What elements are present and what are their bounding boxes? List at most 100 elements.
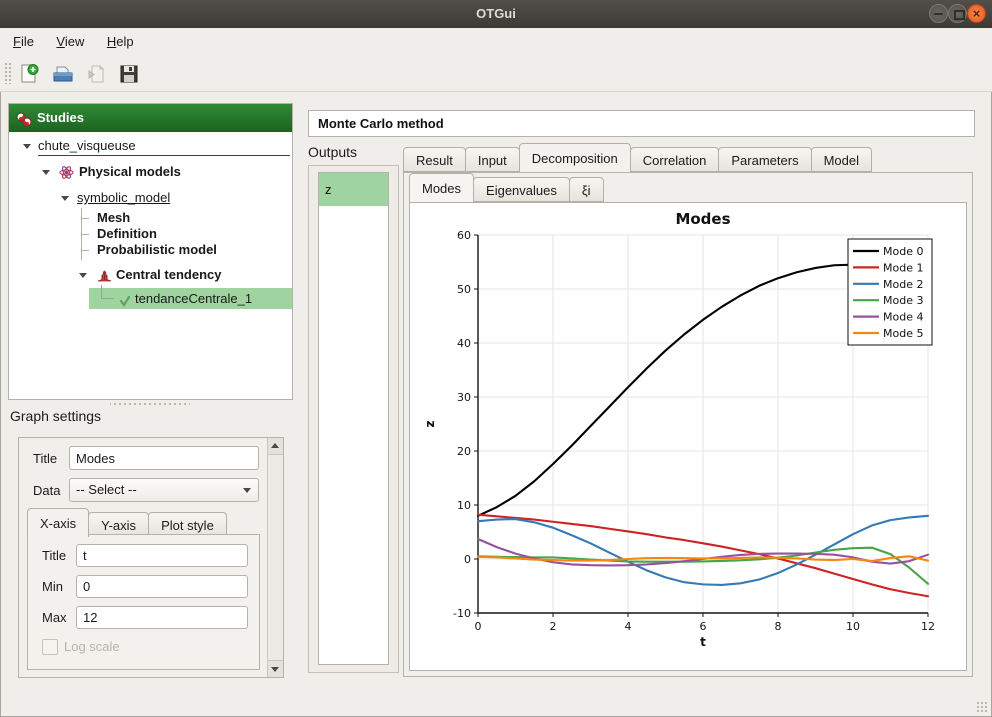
svg-text:20: 20	[457, 445, 471, 458]
svg-text:0: 0	[464, 553, 471, 566]
tab-result[interactable]: Result	[403, 147, 466, 172]
data-select[interactable]: -- Select --	[69, 478, 259, 502]
axis-tabbar: X-axis Y-axis Plot style	[27, 508, 226, 537]
studies-header: Studies	[9, 104, 292, 132]
outputs-frame: z	[308, 165, 399, 673]
tab-model[interactable]: Model	[811, 147, 872, 172]
scroll-down-button[interactable]	[268, 660, 283, 677]
close-icon: ×	[968, 5, 985, 22]
log-scale-checkbox[interactable]	[42, 639, 58, 655]
tab-input[interactable]: Input	[465, 147, 520, 172]
tree-item-symbolic-model[interactable]: symbolic_model	[9, 188, 292, 208]
menu-file[interactable]: File	[4, 28, 43, 55]
svg-text:z: z	[423, 420, 437, 427]
studies-header-label: Studies	[37, 104, 84, 132]
svg-text:50: 50	[457, 283, 471, 296]
method-title: Monte Carlo method	[308, 110, 975, 137]
menu-help[interactable]: Help	[98, 28, 143, 55]
maximize-button[interactable]	[948, 4, 967, 23]
tab-modes[interactable]: Modes	[409, 173, 474, 202]
svg-text:t: t	[700, 635, 706, 649]
tree-item-central-tendency[interactable]: Central tendency	[9, 265, 292, 285]
graph-settings-scrollbar[interactable]	[267, 438, 283, 677]
svg-text:Mode 2: Mode 2	[883, 278, 923, 291]
study-underline	[38, 155, 290, 156]
tree-item-definition[interactable]: Definition	[9, 226, 292, 242]
titlebar[interactable]: OTGui ×	[0, 0, 992, 29]
svg-text:Mode 0: Mode 0	[883, 245, 923, 258]
title-label: Title	[33, 451, 57, 466]
svg-text:Mode 3: Mode 3	[883, 294, 923, 307]
close-button[interactable]: ×	[967, 4, 986, 23]
import-python-button[interactable]	[83, 60, 111, 88]
decomposition-sub-tabbar: Modes Eigenvalues ξi	[409, 175, 603, 202]
x-title-label: Title	[42, 548, 66, 563]
svg-text:10: 10	[846, 620, 860, 633]
x-title-input[interactable]	[76, 544, 248, 567]
svg-text:60: 60	[457, 229, 471, 242]
modes-chart-svg: 024681012-100102030405060ModestzMode 0Mo…	[420, 207, 955, 657]
collapse-arrow-icon[interactable]	[61, 196, 69, 201]
svg-text:Modes: Modes	[675, 210, 730, 228]
x-min-label: Min	[42, 579, 63, 594]
svg-text:Mode 1: Mode 1	[883, 261, 923, 274]
studies-panel: Studies chute_visqueuse Physical models	[8, 103, 293, 400]
svg-text:8: 8	[775, 620, 782, 633]
tree-item-mesh[interactable]: Mesh	[9, 210, 292, 226]
physical-models-icon	[59, 165, 74, 186]
studies-tree: chute_visqueuse Physical models symbolic…	[9, 132, 292, 399]
otgui-window: OTGui × File View Help	[0, 0, 992, 717]
toolbar	[0, 55, 992, 92]
x-min-input[interactable]	[76, 575, 248, 598]
window-title: OTGui	[0, 0, 992, 28]
svg-text:40: 40	[457, 337, 471, 350]
graph-settings-panel: Title Data -- Select -- X-axis Y-axis Pl…	[18, 437, 284, 678]
modes-chart: 024681012-100102030405060ModestzMode 0Mo…	[420, 207, 955, 657]
collapse-arrow-icon[interactable]	[79, 273, 87, 278]
scroll-down-icon	[271, 667, 279, 672]
svg-text:12: 12	[921, 620, 935, 633]
minimize-icon	[934, 13, 943, 15]
log-scale-label: Log scale	[64, 639, 120, 654]
tab-eigenvalues[interactable]: Eigenvalues	[473, 177, 570, 202]
tree-item-study[interactable]: chute_visqueuse	[9, 136, 292, 156]
svg-text:30: 30	[457, 391, 471, 404]
svg-text:2: 2	[550, 620, 557, 633]
toolbar-grip[interactable]	[4, 62, 12, 84]
new-study-button[interactable]	[15, 60, 43, 88]
graph-title-input[interactable]	[69, 446, 259, 470]
open-study-button[interactable]	[49, 60, 77, 88]
scroll-up-icon	[271, 443, 279, 448]
svg-text:Mode 5: Mode 5	[883, 327, 923, 340]
collapse-arrow-icon[interactable]	[23, 144, 31, 149]
horizontal-splitter-handle[interactable]	[110, 401, 190, 407]
maximize-icon	[954, 10, 965, 20]
data-label: Data	[33, 483, 60, 498]
tree-item-probabilistic-model[interactable]: Probabilistic model	[9, 242, 292, 258]
tab-correlation[interactable]: Correlation	[630, 147, 720, 172]
svg-text:10: 10	[457, 499, 471, 512]
menu-view[interactable]: View	[47, 28, 93, 55]
modes-panel: 024681012-100102030405060ModestzMode 0Mo…	[409, 202, 967, 671]
save-button[interactable]	[115, 60, 143, 88]
outputs-list: z	[318, 172, 389, 665]
tree-item-physical-models[interactable]: Physical models	[9, 162, 292, 182]
tab-xi[interactable]: ξi	[569, 177, 604, 202]
tree-item-tendance-centrale[interactable]: tendanceCentrale_1	[9, 288, 292, 309]
output-item-z[interactable]: z	[319, 173, 388, 206]
menubar: File View Help	[0, 28, 992, 55]
tab-decomposition[interactable]: Decomposition	[519, 143, 631, 172]
scroll-up-button[interactable]	[268, 438, 283, 455]
tab-parameters[interactable]: Parameters	[718, 147, 811, 172]
resize-grip[interactable]	[976, 701, 988, 713]
tab-x-axis[interactable]: X-axis	[27, 508, 89, 537]
x-max-input[interactable]	[76, 606, 248, 629]
x-axis-tab-panel: Title Min Max Log scale	[27, 534, 260, 670]
svg-text:Mode 4: Mode 4	[883, 311, 923, 324]
collapse-arrow-icon[interactable]	[42, 170, 50, 175]
svg-text:-10: -10	[453, 607, 471, 620]
minimize-button[interactable]	[929, 4, 948, 23]
result-tabbar: Result Input Decomposition Correlation P…	[403, 143, 871, 172]
graph-settings-heading: Graph settings	[10, 408, 101, 424]
outputs-label: Outputs	[308, 144, 357, 160]
